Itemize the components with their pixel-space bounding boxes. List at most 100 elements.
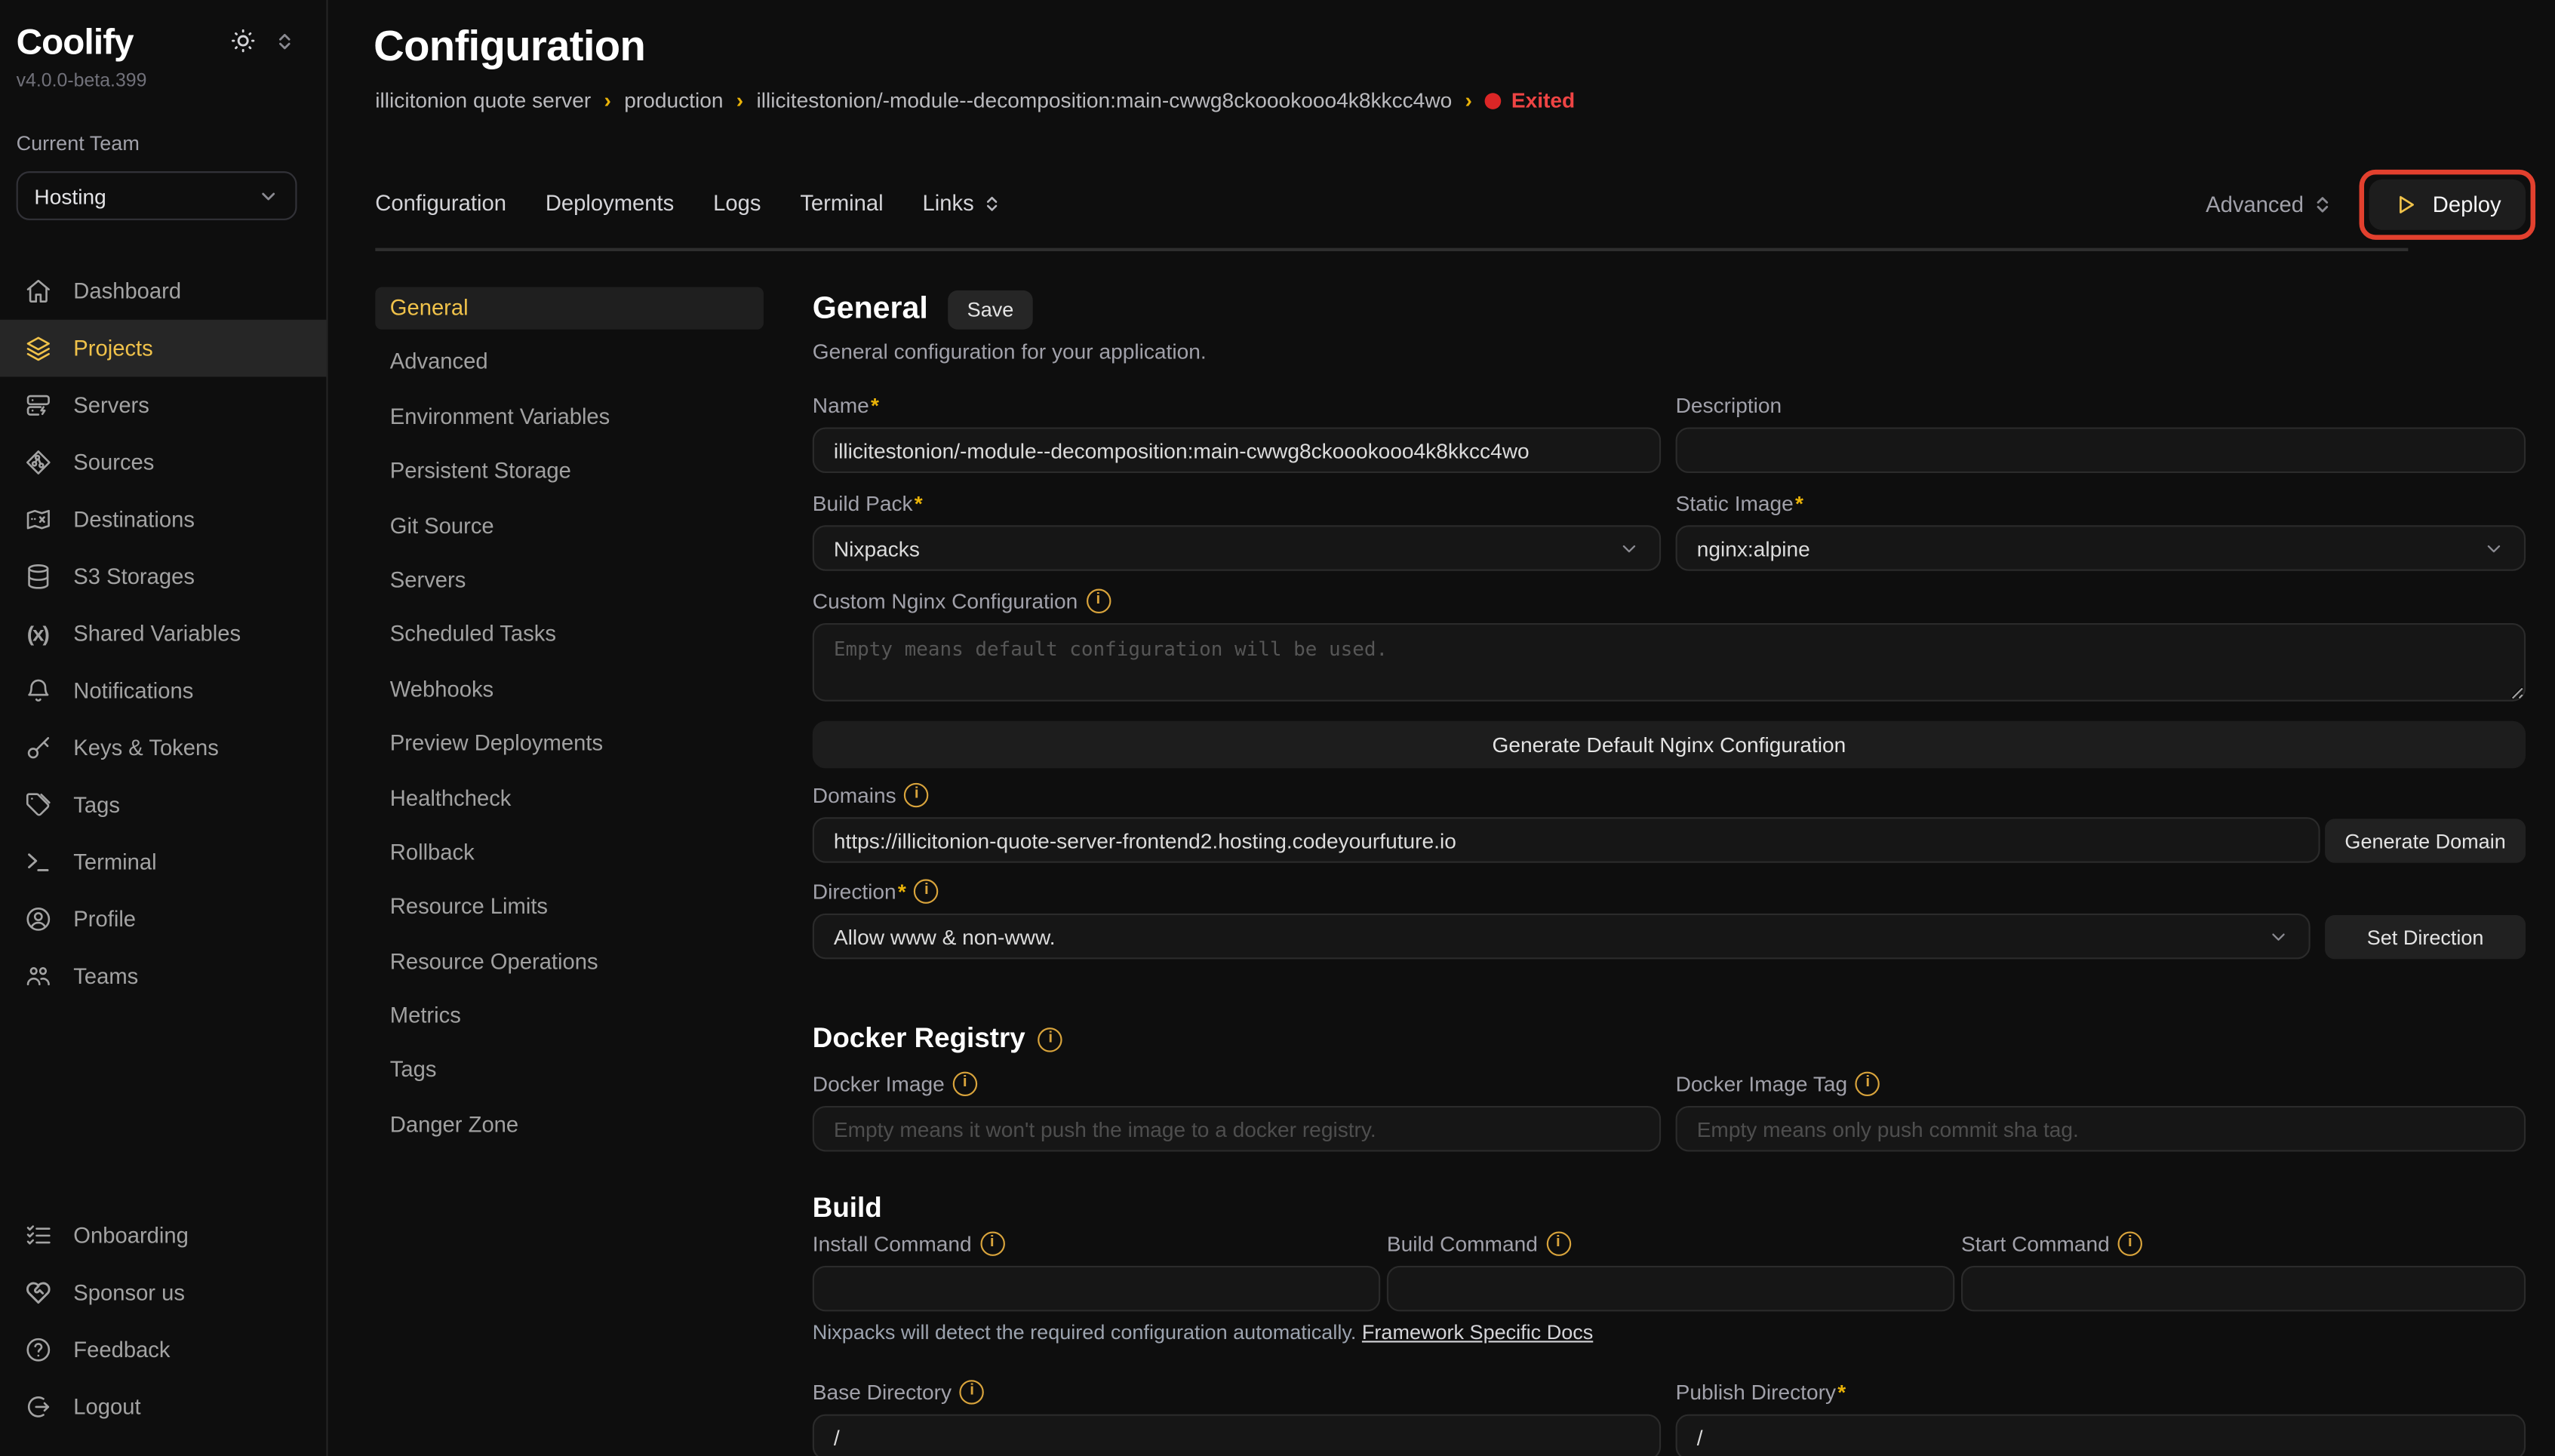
subnav-item-servers[interactable]: Servers <box>375 560 764 602</box>
description-input[interactable] <box>1676 427 2526 473</box>
info-icon[interactable] <box>1086 588 1110 612</box>
install-command-input[interactable] <box>813 1266 1380 1312</box>
sidebar-item-s3-storages[interactable]: S3 Storages <box>0 548 326 605</box>
subnav-item-persistent-storage[interactable]: Persistent Storage <box>375 450 764 493</box>
sidebar-item-label: Sponsor us <box>73 1280 185 1304</box>
team-select[interactable]: Hosting <box>17 171 297 220</box>
direction-select[interactable]: Allow www & non-www. <box>813 914 2311 960</box>
sidebar-item-label: Shared Variables <box>73 622 241 646</box>
sidebar-item-teams[interactable]: Teams <box>0 948 326 1005</box>
subnav-item-general[interactable]: General <box>375 287 764 330</box>
build-pack-field-group: Build Pack Nixpacks <box>813 491 1661 571</box>
sidebar-item-sponsor-us[interactable]: Sponsor us <box>0 1264 315 1322</box>
sidebar-item-notifications[interactable]: Notifications <box>0 662 326 720</box>
subnav-item-danger-zone[interactable]: Danger Zone <box>375 1104 764 1147</box>
subnav-item-tags[interactable]: Tags <box>375 1049 764 1092</box>
build-pack-select[interactable]: Nixpacks <box>813 525 1661 571</box>
chevron-right-icon: › <box>604 88 611 112</box>
team-select-value: Hosting <box>34 183 106 207</box>
custom-nginx-label: Custom Nginx Configuration <box>813 588 1078 612</box>
sidebar-item-label: Logout <box>73 1395 140 1419</box>
home-icon <box>23 278 52 306</box>
sidebar-item-dashboard[interactable]: Dashboard <box>0 263 326 320</box>
subnav-item-webhooks[interactable]: Webhooks <box>375 668 764 711</box>
sun-icon[interactable] <box>230 28 257 54</box>
info-icon[interactable] <box>960 1379 984 1403</box>
terminal-icon <box>23 848 52 876</box>
generate-nginx-button[interactable]: Generate Default Nginx Configuration <box>813 721 2526 769</box>
info-icon[interactable] <box>2118 1230 2142 1255</box>
info-icon[interactable] <box>953 1070 977 1095</box>
static-image-value: nginx:alpine <box>1697 536 1810 560</box>
sidebar-item-label: Servers <box>73 393 149 417</box>
sidebar-item-onboarding[interactable]: Onboarding <box>0 1207 315 1264</box>
build-command-input[interactable] <box>1387 1266 1954 1312</box>
breadcrumb-project[interactable]: illicitonion quote server <box>375 88 591 112</box>
info-icon[interactable] <box>1038 1027 1062 1051</box>
subnav-item-environment-variables[interactable]: Environment Variables <box>375 396 764 438</box>
subnav-item-scheduled-tasks[interactable]: Scheduled Tasks <box>375 614 764 656</box>
install-command-label: Install Command <box>813 1230 972 1255</box>
subnav-item-healthcheck[interactable]: Healthcheck <box>375 777 764 819</box>
name-input[interactable] <box>813 427 1661 473</box>
info-icon[interactable] <box>915 878 939 902</box>
sidebar-item-tags[interactable]: Tags <box>0 776 326 834</box>
settings-subnav: General Advanced Environment Variables P… <box>375 287 764 1159</box>
info-icon[interactable] <box>1546 1230 1570 1255</box>
framework-docs-link[interactable]: Framework Specific Docs <box>1362 1321 1593 1344</box>
sidebar-item-logout[interactable]: Logout <box>0 1378 315 1436</box>
advanced-dropdown[interactable]: Advanced <box>2206 192 2333 216</box>
subnav-item-preview-deployments[interactable]: Preview Deployments <box>375 723 764 765</box>
subnav-item-metrics[interactable]: Metrics <box>375 995 764 1037</box>
chevron-right-icon: › <box>1465 88 1472 112</box>
subnav-item-rollback[interactable]: Rollback <box>375 832 764 874</box>
tab-deployments[interactable]: Deployments <box>546 191 674 215</box>
subnav-item-resource-operations[interactable]: Resource Operations <box>375 941 764 983</box>
docker-image-input[interactable] <box>813 1106 1661 1152</box>
sidebar-item-profile[interactable]: Profile <box>0 891 326 948</box>
tab-logs[interactable]: Logs <box>713 191 761 215</box>
sidebar-item-sources[interactable]: Sources <box>0 434 326 491</box>
generate-domain-button[interactable]: Generate Domain <box>2325 819 2526 862</box>
selector-icon[interactable] <box>274 29 295 54</box>
tab-links[interactable]: Links <box>923 191 1002 215</box>
sidebar-item-projects[interactable]: Projects <box>0 320 326 377</box>
deploy-button-label: Deploy <box>2433 192 2501 216</box>
breadcrumb: illicitonion quote server › production ›… <box>375 88 1575 112</box>
page-title: Configuration <box>374 21 645 72</box>
base-directory-input[interactable] <box>813 1415 1661 1456</box>
info-icon[interactable] <box>1856 1070 1880 1095</box>
sidebar-item-label: Keys & Tokens <box>73 736 219 760</box>
sidebar-item-terminal[interactable]: Terminal <box>0 834 326 891</box>
subnav-item-advanced[interactable]: Advanced <box>375 342 764 384</box>
deploy-button[interactable]: Deploy <box>2369 179 2526 229</box>
tab-terminal[interactable]: Terminal <box>800 191 883 215</box>
help-circle-icon <box>23 1336 52 1364</box>
start-command-input[interactable] <box>1961 1266 2526 1312</box>
sidebar-item-label: Projects <box>73 336 152 360</box>
save-button[interactable]: Save <box>948 290 1034 330</box>
chevron-down-icon <box>1619 537 1640 558</box>
subnav-item-resource-limits[interactable]: Resource Limits <box>375 886 764 929</box>
set-direction-button[interactable]: Set Direction <box>2325 915 2526 959</box>
chevron-down-icon <box>2268 926 2289 947</box>
docker-image-tag-input[interactable] <box>1676 1106 2526 1152</box>
sidebar-item-destinations[interactable]: Destinations <box>0 491 326 548</box>
static-image-select[interactable]: nginx:alpine <box>1676 525 2526 571</box>
domains-input[interactable] <box>813 817 2320 863</box>
breadcrumb-environment[interactable]: production <box>624 88 723 112</box>
custom-nginx-field-group: Custom Nginx Configuration <box>813 589 2526 710</box>
custom-nginx-textarea[interactable] <box>813 623 2526 702</box>
sidebar-item-feedback[interactable]: Feedback <box>0 1321 315 1378</box>
sidebar-item-keys-tokens[interactable]: Keys & Tokens <box>0 720 326 777</box>
sidebar-item-servers[interactable]: Servers <box>0 376 326 434</box>
info-icon[interactable] <box>905 782 929 806</box>
info-icon[interactable] <box>980 1230 1004 1255</box>
sidebar-item-shared-variables[interactable]: (x) Shared Variables <box>0 605 326 662</box>
app-logo: Coolify <box>17 21 310 63</box>
subnav-item-git-source[interactable]: Git Source <box>375 505 764 547</box>
logout-icon <box>23 1393 52 1421</box>
breadcrumb-application[interactable]: illicitestonion/-module--decomposition:m… <box>756 88 1452 112</box>
publish-directory-input[interactable] <box>1676 1415 2526 1456</box>
tab-configuration[interactable]: Configuration <box>375 191 506 215</box>
